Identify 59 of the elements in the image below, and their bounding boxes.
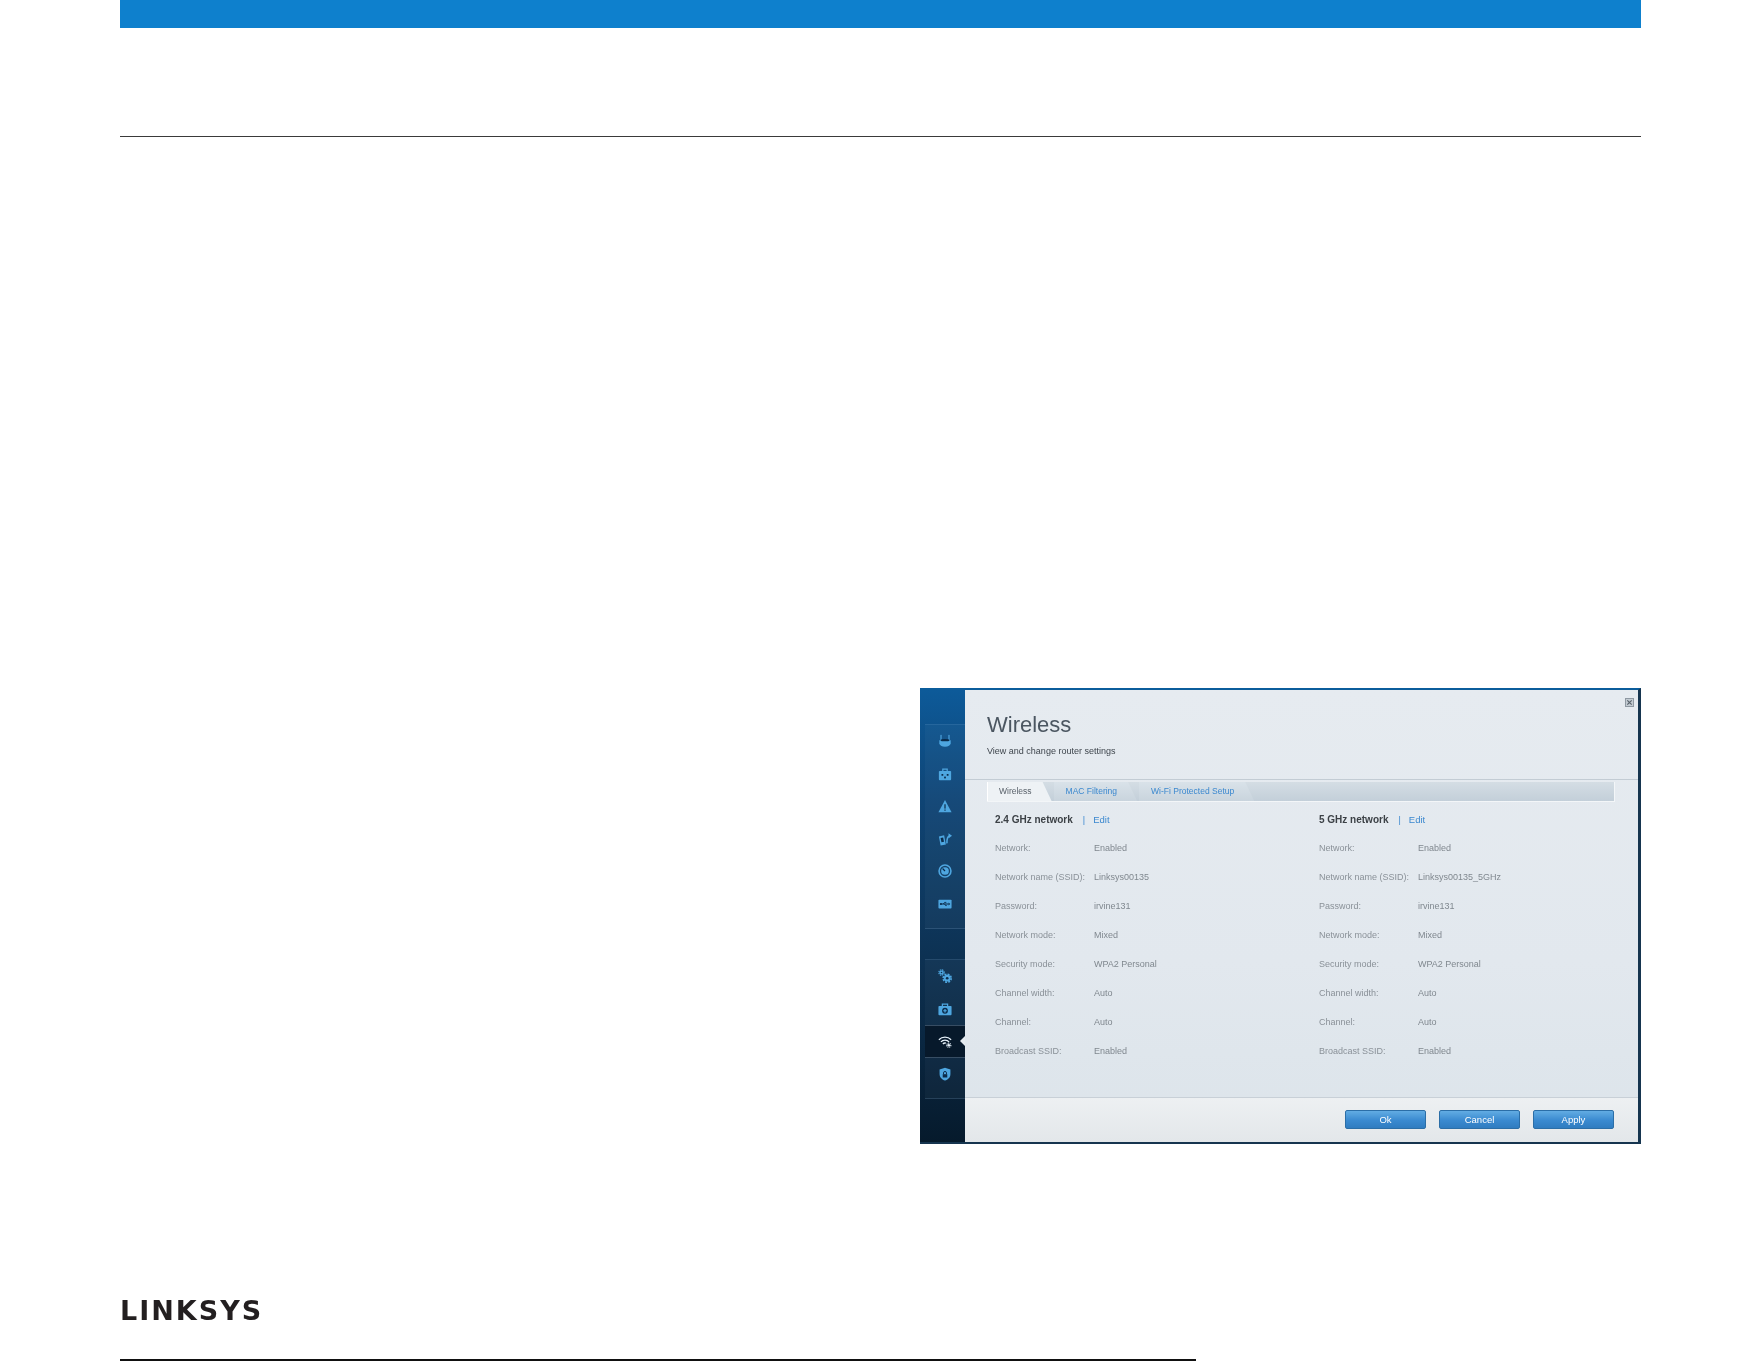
field-label: Broadcast SSID: <box>1319 1044 1387 1057</box>
field-value: Enabled <box>1094 841 1128 854</box>
field-label: Channel: <box>995 1015 1033 1028</box>
field-value: Auto <box>1094 986 1113 999</box>
panel-title: Wireless <box>987 712 1072 738</box>
dialog-button[interactable]: Cancel <box>1439 1110 1520 1129</box>
field-value: Mixed <box>1418 928 1442 941</box>
field-label: Network name (SSID): <box>995 870 1087 883</box>
field-label: Security mode: <box>1319 957 1381 970</box>
field-label: Channel: <box>1319 1015 1357 1028</box>
field-value: Enabled <box>1094 1044 1128 1057</box>
field-value: WPA2 Personal <box>1094 957 1157 970</box>
field-label: Broadcast SSID: <box>995 1044 1063 1057</box>
pointer-icon <box>960 1036 965 1047</box>
field-label: Channel width: <box>1319 986 1380 999</box>
field-label: Network: <box>995 841 1032 854</box>
edit-link[interactable]: Edit <box>1408 813 1426 827</box>
edit-link[interactable]: Edit <box>1093 813 1110 827</box>
brand-logo: LINKSYS <box>120 1297 264 1324</box>
network-heading: 5 GHz network <box>1319 813 1389 827</box>
field-label: Password: <box>1319 899 1363 912</box>
shield-lock-icon <box>938 1066 952 1081</box>
briefcase-icon <box>938 766 952 781</box>
field-label: Security mode: <box>995 957 1057 970</box>
first-aid-kit-icon <box>938 1001 952 1016</box>
tab[interactable]: Wi-Fi Protected Setup <box>1139 782 1255 801</box>
field-value: Linksys00135 <box>1094 870 1150 883</box>
dialog-button[interactable]: Ok <box>1345 1110 1426 1129</box>
sidebar-item[interactable] <box>925 1025 965 1058</box>
gears-icon <box>938 969 952 984</box>
field-label: Network name (SSID): <box>1319 870 1411 883</box>
field-label: Channel width: <box>995 986 1056 999</box>
gauge-icon <box>938 864 952 879</box>
field-label: Network mode: <box>1319 928 1381 941</box>
field-value: Auto <box>1418 986 1437 999</box>
tab[interactable]: MAC Filtering <box>1053 782 1138 801</box>
field-value: WPA2 Personal <box>1418 957 1481 970</box>
warning-icon <box>938 799 952 814</box>
dialog-button[interactable]: Apply <box>1533 1110 1614 1129</box>
field-value: Linksys00135_5GHz <box>1418 870 1502 883</box>
close-icon[interactable] <box>1625 698 1634 707</box>
field-value: Enabled <box>1418 841 1452 854</box>
separator: | <box>1398 814 1401 827</box>
field-value: Auto <box>1094 1015 1113 1028</box>
router-icon <box>938 734 952 749</box>
wifi-gear-icon <box>938 1034 952 1049</box>
separator: | <box>1082 814 1086 827</box>
network-heading: 2.4 GHz network <box>995 813 1073 827</box>
field-label: Password: <box>995 899 1039 912</box>
field-label: Network: <box>1319 841 1356 854</box>
field-value: irvine131 <box>1094 899 1131 912</box>
tab[interactable]: Wireless <box>987 782 1052 801</box>
field-value: Enabled <box>1418 1044 1452 1057</box>
field-value: Mixed <box>1094 928 1118 941</box>
field-value: Auto <box>1418 1015 1437 1028</box>
field-value: irvine131 <box>1418 899 1455 912</box>
panel-subtitle: View and change router settings <box>987 745 1116 757</box>
field-label: Network mode: <box>995 928 1057 941</box>
phone-arrow-icon <box>938 831 952 846</box>
